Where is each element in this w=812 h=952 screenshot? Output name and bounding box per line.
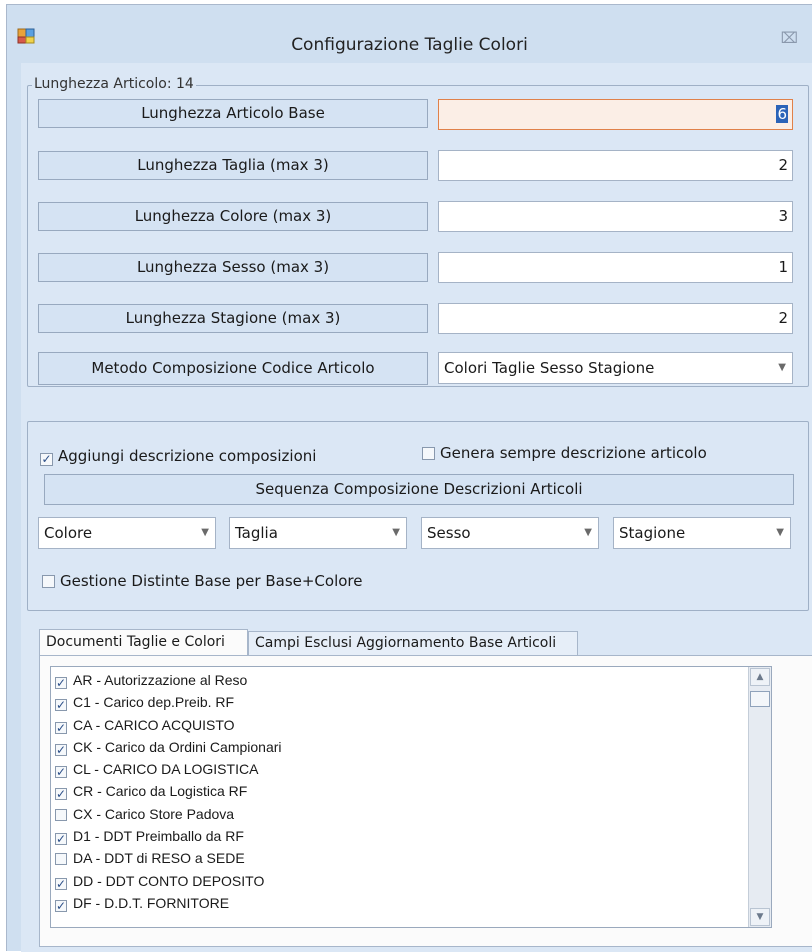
vertical-scrollbar[interactable]: ▲ ▼ (748, 667, 771, 927)
bom-check-icon (42, 575, 55, 588)
list-item[interactable]: ✓ DF - D.D.T. FORNITORE (51, 892, 741, 914)
description-group: ✓ Aggiungi descrizione composizioni Gener… (27, 421, 809, 611)
add-composition-checkbox[interactable]: ✓ Aggiungi descrizione composizioni (40, 447, 316, 466)
bom-checkbox[interactable]: Gestione Distinte Base per Base+Colore (42, 572, 363, 590)
base-length-input[interactable]: 6 (438, 99, 793, 130)
checkbox-icon: ✓ (55, 876, 67, 891)
size-length-label: Lunghezza Taglia (max 3) (38, 151, 428, 180)
chevron-down-icon: ▼ (392, 527, 400, 538)
window-title: Configurazione Taglie Colori (291, 35, 528, 55)
color-length-input[interactable]: 3 (438, 201, 793, 232)
add-composition-check-icon: ✓ (40, 452, 53, 466)
checkbox-icon: ✓ (55, 742, 67, 757)
season-length-input[interactable]: 2 (438, 303, 793, 334)
close-icon[interactable]: ⌧ (781, 29, 798, 47)
dialog-window: Configurazione Taglie Colori ⌧ Lunghezza… (6, 4, 812, 952)
list-item[interactable]: ✓ AR - Autorizzazione al Reso (51, 669, 741, 691)
size-length-input[interactable]: 2 (438, 150, 793, 181)
checkbox-icon (55, 853, 67, 866)
chevron-down-icon: ▼ (778, 362, 786, 373)
list-item-label: CL - CARICO DA LOGISTICA (73, 761, 259, 778)
always-generate-check-icon (422, 447, 435, 460)
method-label: Metodo Composizione Codice Articolo (38, 352, 428, 385)
always-generate-label: Genera sempre descrizione articolo (440, 444, 707, 462)
list-item[interactable]: ✓ CL - CARICO DA LOGISTICA (51, 758, 741, 780)
tab-excluded-fields[interactable]: Campi Esclusi Aggiornamento Base Articol… (248, 631, 578, 655)
color-length-label: Lunghezza Colore (max 3) (38, 202, 428, 231)
list-item[interactable]: DA - DDT di RESO a SEDE (51, 847, 741, 869)
sequence-select-1[interactable]: Colore ▼ (38, 517, 216, 549)
list-item[interactable]: ✓ CR - Carico da Logistica RF (51, 780, 741, 802)
list-item-label: DF - D.D.T. FORNITORE (73, 894, 230, 911)
list-item-label: CK - Carico da Ordini Campionari (73, 738, 282, 755)
scroll-thumb[interactable] (750, 691, 770, 707)
checkbox-icon: ✓ (55, 832, 67, 847)
always-generate-checkbox[interactable]: Genera sempre descrizione articolo (422, 444, 707, 462)
sequence-select-2[interactable]: Taglia ▼ (229, 517, 407, 549)
list-item[interactable]: CX - Carico Store Padova (51, 803, 741, 825)
documents-checklist[interactable]: ✓ AR - Autorizzazione al Reso ✓ C1 - Caric… (50, 666, 772, 928)
list-item[interactable]: ✓ C1 - Carico dep.Preib. RF (51, 691, 741, 713)
length-group: Lunghezza Articolo: 14 Lunghezza Articol… (27, 76, 809, 387)
tab-excluded-fields-label: Campi Esclusi Aggiornamento Base Articol… (255, 635, 557, 651)
list-item-label: CA - CARICO ACQUISTO (73, 716, 235, 733)
checkbox-icon: ✓ (55, 898, 67, 913)
sequence-value-2: Taglia (235, 524, 278, 542)
tab-documents-label: Documenti Taglie e Colori (46, 634, 225, 650)
sequence-select-3[interactable]: Sesso ▼ (421, 517, 599, 549)
chevron-down-icon: ▼ (201, 527, 209, 538)
tab-documents[interactable]: Documenti Taglie e Colori (39, 629, 248, 656)
chevron-down-icon: ▼ (584, 527, 592, 538)
sequence-value-4: Stagione (619, 524, 686, 542)
chevron-down-icon: ▼ (776, 527, 784, 538)
add-composition-label: Aggiungi descrizione composizioni (58, 447, 317, 465)
scroll-down-icon[interactable]: ▼ (750, 908, 770, 926)
sequence-value-3: Sesso (427, 524, 471, 542)
list-item-label: D1 - DDT Preimballo da RF (73, 828, 244, 845)
documents-tab-panel: ✓ AR - Autorizzazione al Reso ✓ C1 - Caric… (39, 655, 812, 947)
list-item[interactable]: ✓ DD - DDT CONTO DEPOSITO (51, 870, 741, 892)
scroll-up-icon[interactable]: ▲ (750, 668, 770, 686)
documents-list-items: ✓ AR - Autorizzazione al Reso ✓ C1 - Caric… (51, 669, 741, 914)
list-item-label: C1 - Carico dep.Preib. RF (73, 694, 235, 711)
sequence-value-1: Colore (44, 524, 93, 542)
gender-length-input[interactable]: 1 (438, 252, 793, 283)
checkbox-icon: ✓ (55, 720, 67, 735)
bom-label: Gestione Distinte Base per Base+Colore (60, 572, 363, 590)
list-item-label: AR - Autorizzazione al Reso (73, 672, 248, 688)
method-value: Colori Taglie Sesso Stagione (444, 359, 655, 377)
season-length-label: Lunghezza Stagione (max 3) (38, 304, 428, 333)
list-item[interactable]: ✓ CK - Carico da Ordini Campionari (51, 736, 741, 758)
length-legend: Lunghezza Articolo: 14 (32, 76, 196, 92)
sequence-select-4[interactable]: Stagione ▼ (613, 517, 791, 549)
list-item-label: CX - Carico Store Padova (73, 805, 235, 822)
list-item-label: DD - DDT CONTO DEPOSITO (73, 872, 265, 889)
checkbox-icon: ✓ (55, 765, 67, 780)
base-length-label: Lunghezza Articolo Base (38, 99, 428, 128)
list-item-label: CR - Carico da Logistica RF (73, 783, 248, 800)
method-select[interactable]: Colori Taglie Sesso Stagione ▼ (438, 352, 793, 384)
dialog-content: Lunghezza Articolo: 14 Lunghezza Articol… (21, 63, 812, 952)
list-item[interactable]: ✓ CA - CARICO ACQUISTO (51, 714, 741, 736)
checkbox-icon: ✓ (55, 698, 67, 713)
base-length-value: 6 (776, 105, 788, 123)
checkbox-icon: ✓ (55, 787, 67, 802)
gender-length-label: Lunghezza Sesso (max 3) (38, 253, 428, 282)
list-item[interactable]: ✓ D1 - DDT Preimballo da RF (51, 825, 741, 847)
sequence-label: Sequenza Composizione Descrizioni Artico… (44, 474, 794, 505)
list-item-label: DA - DDT di RESO a SEDE (73, 850, 245, 867)
checkbox-icon (55, 808, 67, 821)
checkbox-icon: ✓ (55, 676, 67, 690)
